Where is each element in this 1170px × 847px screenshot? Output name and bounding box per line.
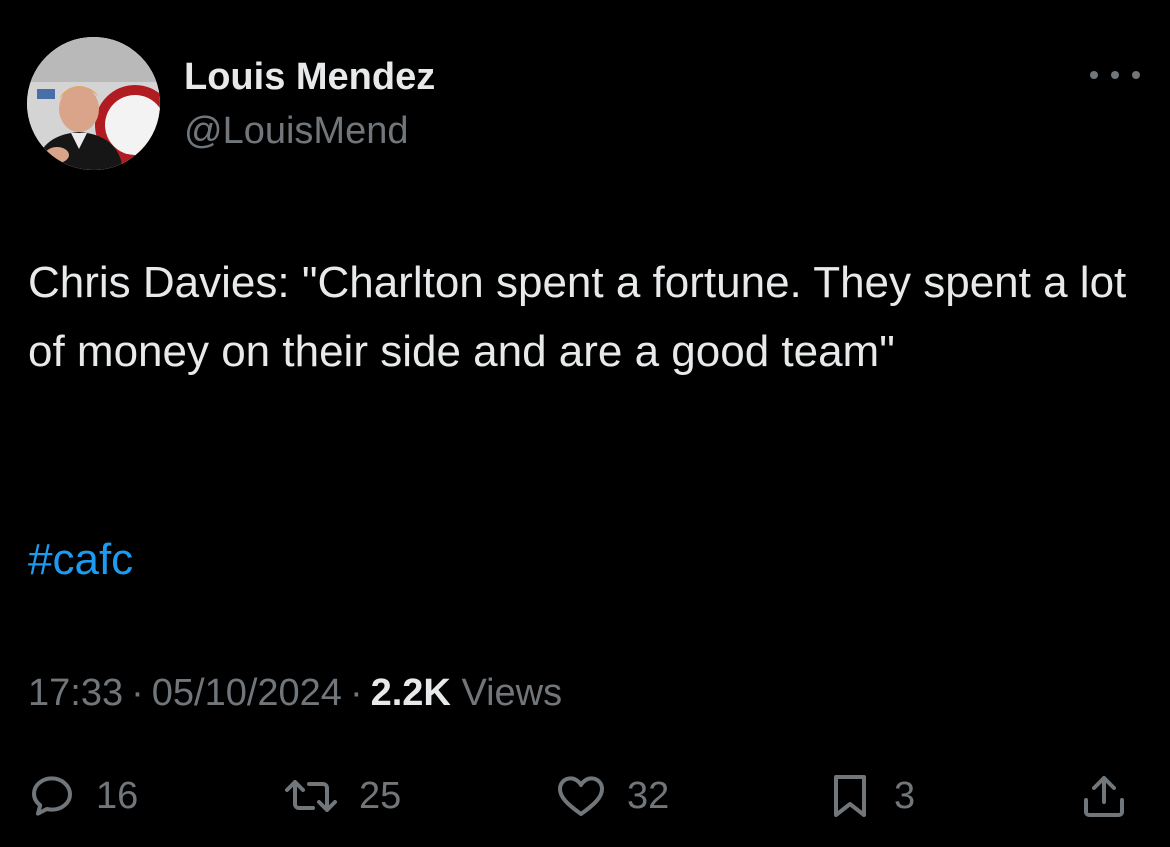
tweet-meta: 17:33 · 05/10/2024 · 2.2K Views	[28, 672, 562, 715]
hashtag-link[interactable]: #cafc	[28, 525, 133, 594]
retweet-icon	[285, 780, 337, 812]
views-count[interactable]: 2.2K	[371, 672, 451, 714]
views-label[interactable]: Views	[461, 672, 562, 714]
reply-count: 16	[96, 774, 139, 817]
author-display-name[interactable]: Louis Mendez	[184, 56, 435, 99]
reply-button[interactable]: 16	[28, 772, 138, 820]
like-icon	[558, 776, 604, 816]
more-icon[interactable]	[1090, 60, 1140, 90]
author-handle[interactable]: @LouisMend	[184, 110, 408, 153]
reply-icon	[32, 776, 72, 816]
meta-separator: ·	[131, 672, 144, 714]
bookmark-count: 3	[894, 774, 916, 817]
share-button[interactable]	[1080, 772, 1128, 820]
bookmark-button[interactable]: 3	[826, 772, 915, 820]
like-count: 32	[627, 774, 670, 817]
avatar[interactable]	[27, 37, 160, 170]
tweet-time[interactable]: 17:33	[28, 672, 123, 714]
like-button[interactable]: 32	[555, 772, 669, 820]
retweet-button[interactable]: 25	[283, 772, 401, 820]
action-bar: 16 25 32 3	[0, 760, 1170, 830]
tweet-text: Chris Davies: "Charlton spent a fortune.…	[28, 258, 1127, 376]
share-icon	[1084, 776, 1124, 817]
avatar-image	[27, 37, 160, 170]
retweet-count: 25	[359, 774, 402, 817]
meta-separator: ·	[349, 672, 363, 714]
tweet-date[interactable]: 05/10/2024	[152, 672, 342, 714]
bookmark-icon	[834, 775, 866, 817]
